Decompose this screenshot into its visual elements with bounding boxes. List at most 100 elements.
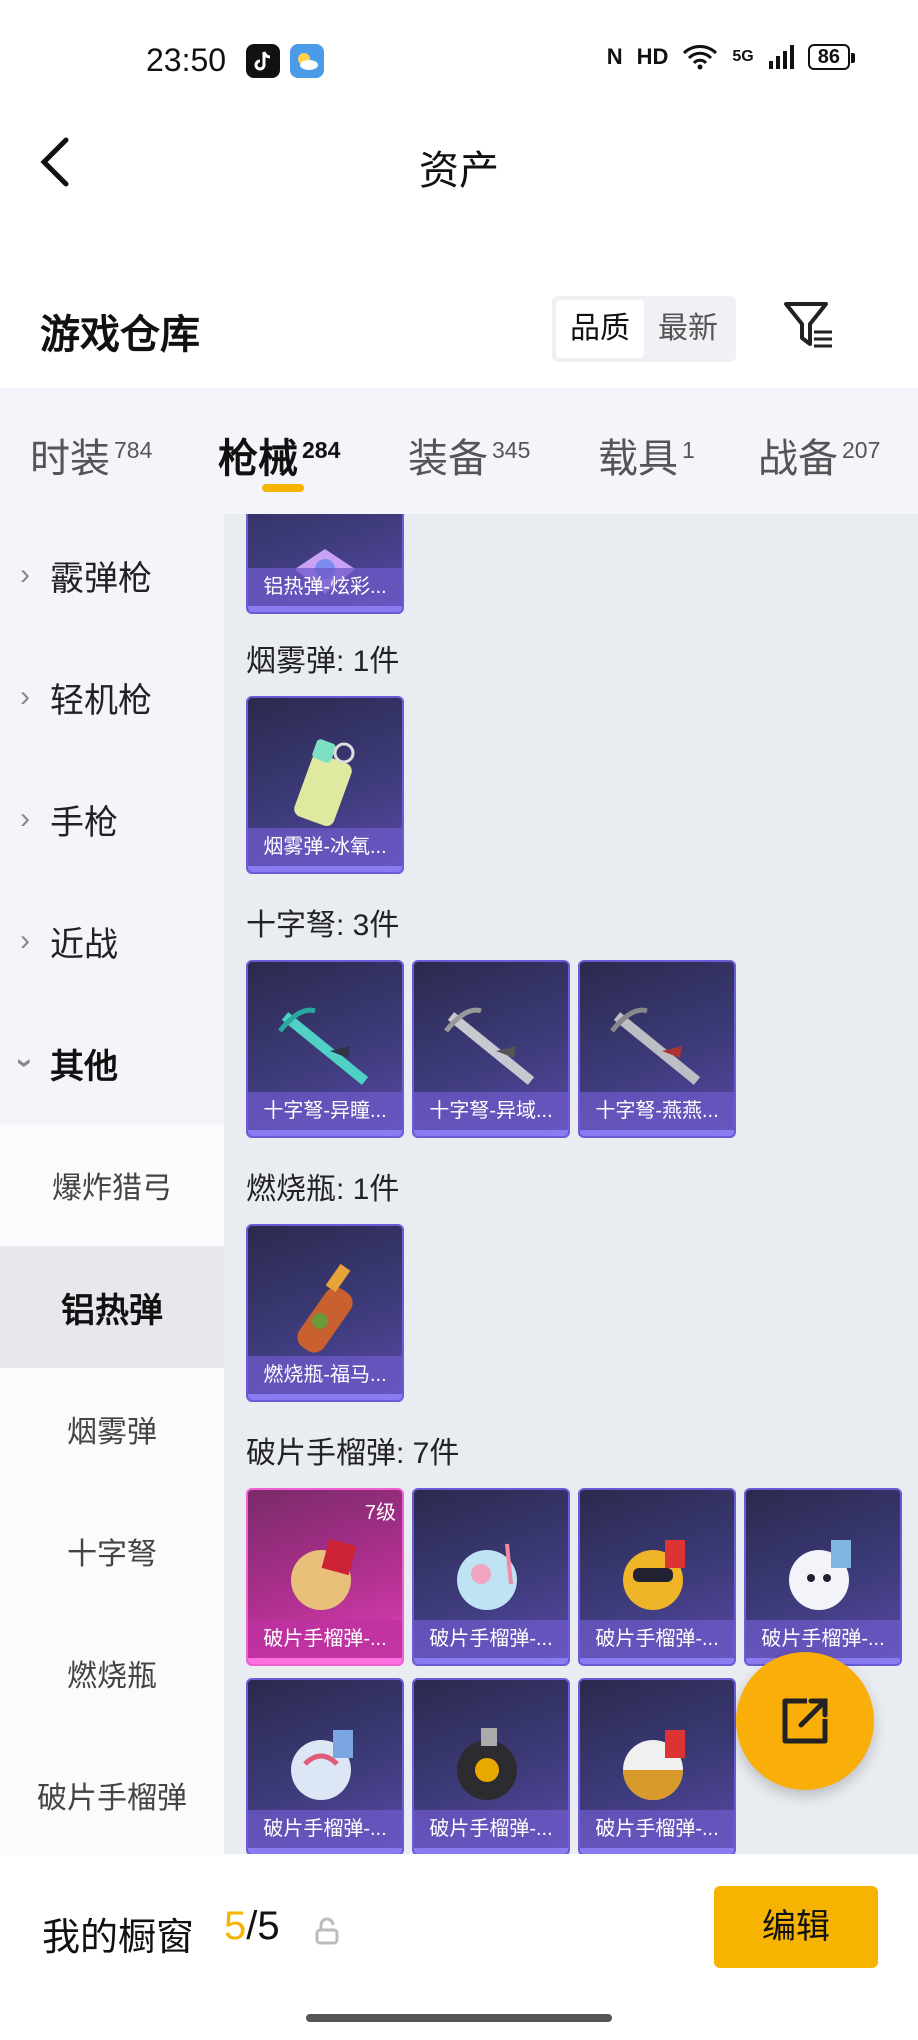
status-time: 23:50 xyxy=(146,42,227,78)
active-tab-indicator xyxy=(262,484,304,492)
edit-button[interactable]: 编辑 xyxy=(714,1886,878,1968)
sidebar-item-pistol[interactable]: › 手枪 xyxy=(0,758,224,880)
molotov-art xyxy=(297,1263,353,1353)
chevron-right-icon: › xyxy=(20,924,30,957)
item-card[interactable]: 破片手榴弹-... xyxy=(578,1678,736,1854)
item-label: 破片手榴弹-... xyxy=(580,1620,734,1658)
item-label: 破片手榴弹-... xyxy=(248,1620,402,1658)
item-card[interactable]: 破片手榴弹-... xyxy=(744,1488,902,1666)
item-card[interactable]: 7级 破片手榴弹-... xyxy=(246,1488,404,1666)
signal-icon xyxy=(768,45,794,69)
chevron-right-icon: › xyxy=(20,680,30,713)
tab-count: 1 xyxy=(682,437,695,463)
tab-count: 207 xyxy=(842,437,881,463)
rarity-bar xyxy=(580,1848,734,1854)
item-label: 十字弩-燕燕... xyxy=(580,1092,734,1130)
rarity-bar xyxy=(248,1130,402,1136)
rarity-bar xyxy=(414,1130,568,1136)
item-label: 破片手榴弹-... xyxy=(746,1620,900,1658)
page-title: 资产 xyxy=(419,149,499,193)
share-fab-button[interactable] xyxy=(736,1652,874,1790)
group-title-smoke: 烟雾弹: 1件 xyxy=(246,645,400,678)
group-title-crossbow: 十字弩: 3件 xyxy=(246,909,400,942)
sidebar-item-label: 轻机枪 xyxy=(50,681,152,720)
item-level-badge: 7级 xyxy=(364,1502,396,1524)
grenade-art xyxy=(789,1539,851,1610)
showcase-title: 我的橱窗 xyxy=(42,1917,195,1959)
sidebar-item-lmg[interactable]: › 轻机枪 xyxy=(0,636,224,758)
rarity-bar xyxy=(414,1658,568,1664)
showcase-count: 5/5 xyxy=(224,1904,280,1949)
sidebar: › 霰弹枪 › 轻机枪 › 手枪 › 近战 › 其他 爆炸猎弓 铝热弹 烟雾弹 十字弩 燃… xyxy=(0,514,224,1856)
tab-tactical[interactable]: 战备 207 xyxy=(758,426,880,484)
item-card[interactable]: 铝热弹-炫彩... xyxy=(246,514,404,614)
sidebar-sub-explosive-bow[interactable]: 爆炸猎弓 xyxy=(0,1124,224,1246)
sidebar-item-melee[interactable]: › 近战 xyxy=(0,880,224,1002)
tab-label: 战备 xyxy=(758,437,838,481)
grenade-art xyxy=(623,1729,685,1800)
item-card[interactable]: 十字弩-异瞳... xyxy=(246,960,404,1138)
filter-button[interactable] xyxy=(782,300,838,352)
item-card[interactable]: 烟雾弹-冰氧... xyxy=(246,696,404,874)
crossbow-art xyxy=(278,1007,369,1085)
item-label: 十字弩-异瞳... xyxy=(248,1092,402,1130)
item-card[interactable]: 破片手榴弹-... xyxy=(412,1678,570,1854)
tab-label: 载具 xyxy=(598,437,678,481)
sidebar-item-label: 其他 xyxy=(50,1047,118,1086)
sidebar-sub-frag-grenade[interactable]: 破片手榴弹 xyxy=(0,1734,224,1856)
tab-label: 时装 xyxy=(30,437,110,481)
sidebar-sub-crossbow[interactable]: 十字弩 xyxy=(0,1490,224,1612)
hd-icon: HD xyxy=(636,44,669,69)
sidebar-sub-smoke[interactable]: 烟雾弹 xyxy=(0,1368,224,1490)
grenade-art xyxy=(623,1539,685,1610)
rarity-bar xyxy=(248,606,402,612)
tab-count: 345 xyxy=(492,437,531,463)
network-label: 5G xyxy=(732,48,754,65)
rarity-bar xyxy=(248,866,402,872)
showcase-separator: / xyxy=(246,1904,258,1948)
grenade-art xyxy=(457,1727,517,1800)
smoke-grenade-art xyxy=(294,738,355,826)
item-card[interactable]: 十字弩-异域... xyxy=(412,960,570,1138)
rarity-bar xyxy=(248,1848,402,1854)
status-icons: N HD 5G 86 xyxy=(606,44,856,70)
bottom-showcase-bar: 我的橱窗 5/5 编辑 xyxy=(0,1856,918,2040)
tab-equipment[interactable]: 装备 345 xyxy=(408,426,530,484)
item-card[interactable]: 燃烧瓶-福马... xyxy=(246,1224,404,1402)
chevron-right-icon: › xyxy=(20,802,30,835)
tab-vehicles[interactable]: 载具 1 xyxy=(598,426,695,484)
showcase-total: 5 xyxy=(257,1904,280,1948)
item-label: 破片手榴弹-... xyxy=(580,1810,734,1848)
item-card[interactable]: 十字弩-燕燕... xyxy=(578,960,736,1138)
sort-toggle: 品质 最新 xyxy=(552,296,736,362)
item-label: 烟雾弹-冰氧... xyxy=(248,828,402,866)
group-title-molotov: 燃烧瓶: 1件 xyxy=(246,1173,400,1206)
item-label: 破片手榴弹-... xyxy=(248,1810,402,1848)
rarity-bar xyxy=(580,1658,734,1664)
rarity-bar xyxy=(248,1394,402,1400)
sort-quality-button[interactable]: 品质 xyxy=(556,300,644,358)
item-card[interactable]: 破片手榴弹-... xyxy=(578,1488,736,1666)
tab-fashion[interactable]: 时装 784 xyxy=(30,426,152,484)
lock-icon xyxy=(314,1916,340,1946)
chevron-right-icon: › xyxy=(20,558,30,591)
item-card[interactable]: 破片手榴弹-... xyxy=(412,1488,570,1666)
item-label: 铝热弹-炫彩... xyxy=(248,568,402,606)
warehouse-title: 游戏仓库 xyxy=(40,313,200,357)
grenade-art xyxy=(291,1538,357,1610)
weather-icon xyxy=(290,44,324,78)
tab-firearms[interactable]: 枪械 284 xyxy=(218,426,340,484)
tab-count: 284 xyxy=(302,437,341,463)
sort-newest-button[interactable]: 最新 xyxy=(644,300,732,358)
sidebar-sub-molotov[interactable]: 燃烧瓶 xyxy=(0,1612,224,1734)
item-card[interactable]: 破片手榴弹-... xyxy=(246,1678,404,1854)
nfc-icon: N xyxy=(606,44,623,69)
crossbow-art xyxy=(444,1007,535,1085)
grenade-art xyxy=(291,1729,353,1800)
sidebar-item-other[interactable]: › 其他 xyxy=(0,1002,224,1124)
rarity-bar xyxy=(248,1658,402,1664)
sidebar-sub-thermite[interactable]: 铝热弹 xyxy=(0,1246,224,1368)
sidebar-item-shotgun[interactable]: › 霰弹枪 xyxy=(0,514,224,636)
tab-count: 784 xyxy=(114,437,153,463)
category-tabs: 时装 784 枪械 284 装备 345 载具 1 战备 207 xyxy=(0,388,918,514)
